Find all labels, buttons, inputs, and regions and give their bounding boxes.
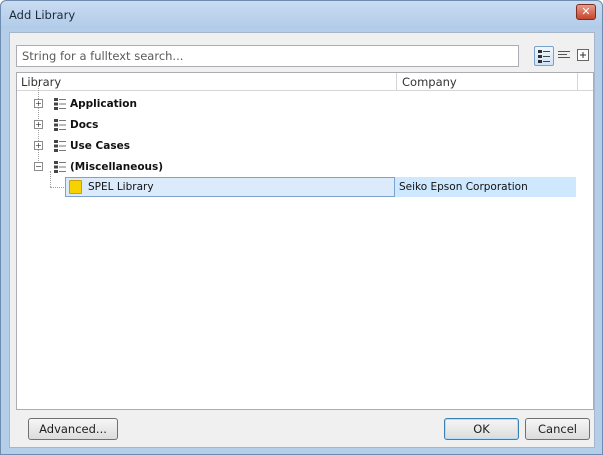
group-icon — [54, 98, 66, 110]
group-label: (Miscellaneous) — [70, 161, 164, 173]
group-label: Use Cases — [70, 140, 130, 152]
group-label: Docs — [70, 119, 99, 131]
ok-button[interactable]: OK — [444, 418, 519, 440]
library-list[interactable]: Library Company — [16, 72, 594, 410]
group-icon — [54, 119, 66, 131]
library-company: Seiko Epson Corporation — [399, 181, 528, 193]
column-header-company[interactable]: Company — [402, 75, 457, 89]
column-separator[interactable] — [577, 73, 578, 91]
list-view-icon — [558, 51, 570, 58]
list-view-button[interactable] — [555, 46, 575, 66]
title-bar[interactable]: Add Library ✕ — [1, 1, 602, 29]
expand-icon[interactable]: + — [34, 141, 43, 150]
group-label: Application — [70, 98, 137, 110]
advanced-button[interactable]: Advanced... — [28, 418, 118, 440]
collapse-icon[interactable]: − — [34, 162, 43, 171]
expand-all-icon — [577, 49, 589, 61]
tree-line — [50, 187, 64, 188]
list-header: Library Company — [17, 73, 593, 91]
library-name: SPEL Library — [88, 181, 154, 193]
add-library-dialog: Add Library ✕ Library Company — [0, 0, 603, 455]
close-button[interactable]: ✕ — [576, 4, 596, 20]
group-icon — [54, 140, 66, 152]
column-separator[interactable] — [396, 73, 397, 91]
group-icon — [54, 161, 66, 173]
window-title: Add Library — [9, 8, 76, 22]
library-icon — [69, 180, 82, 194]
tree-line — [50, 171, 51, 187]
expand-icon[interactable]: + — [34, 120, 43, 129]
expand-icon[interactable]: + — [34, 99, 43, 108]
close-icon: ✕ — [581, 5, 591, 18]
details-view-icon — [538, 50, 550, 63]
search-input[interactable] — [17, 46, 518, 66]
column-header-library[interactable]: Library — [21, 75, 61, 89]
details-view-button[interactable] — [534, 46, 554, 66]
search-box[interactable] — [16, 45, 519, 67]
cancel-button[interactable]: Cancel — [525, 418, 590, 440]
expand-all-button[interactable] — [574, 46, 594, 66]
